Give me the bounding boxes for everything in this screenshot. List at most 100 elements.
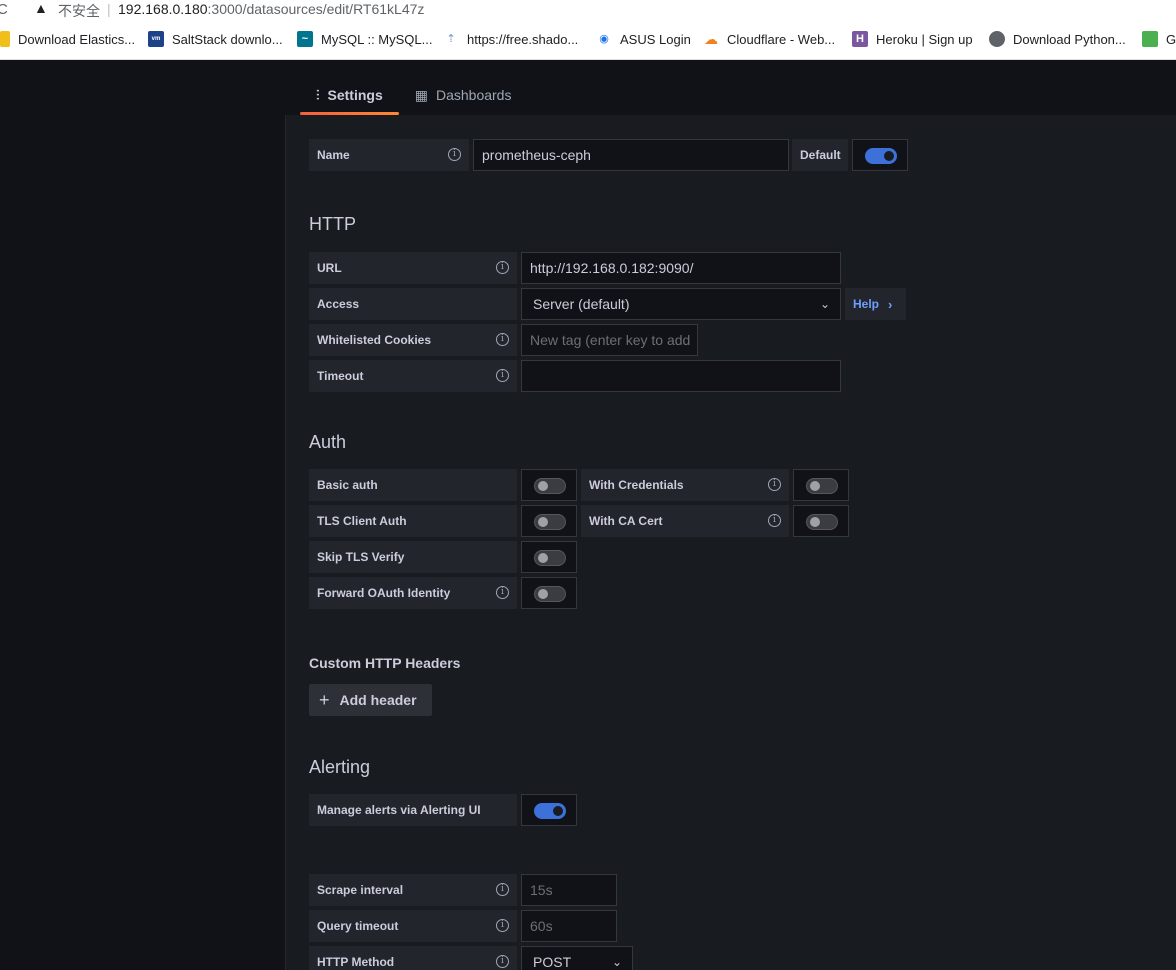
vmware-icon: vm [148, 31, 164, 47]
forward-oauth-label: Forward OAuth Identity i [309, 577, 517, 609]
bookmark-elastic[interactable]: Download Elastics... [0, 31, 135, 47]
manage-alerts-toggle[interactable] [534, 803, 566, 819]
skip-tls-verify-text: Skip TLS Verify [317, 550, 405, 564]
info-icon[interactable]: i [496, 883, 509, 896]
access-label-text: Access [317, 297, 360, 311]
sliders-icon: ⫶ [316, 86, 320, 103]
http-method-value: POST [533, 954, 572, 970]
access-select-value: Server (default) [533, 296, 630, 312]
cookies-label-text: Whitelisted Cookies [317, 333, 432, 347]
bookmark-g[interactable]: G [1142, 31, 1176, 47]
basic-auth-label: Basic auth [309, 469, 517, 501]
tls-client-auth-toggle[interactable] [534, 514, 566, 530]
bookmarks-bar: Download Elastics... vm SaltStack downlo… [0, 20, 1176, 60]
bookmark-label: Cloudflare - Web... [727, 31, 836, 47]
info-icon[interactable]: i [496, 955, 509, 968]
browser-address-bar: C ▲ 不安全 | 192.168.0.180:3000/datasources… [0, 0, 1176, 20]
toggle-knob [810, 517, 820, 527]
scrape-interval-text: Scrape interval [317, 883, 404, 897]
with-credentials-toggle[interactable] [806, 478, 838, 494]
tab-dashboards[interactable]: ▦ Dashboards [399, 76, 528, 114]
http-method-label: HTTP Method i [309, 946, 517, 970]
manage-alerts-text: Manage alerts via Alerting UI [317, 803, 481, 817]
access-label: Access [309, 288, 517, 320]
default-toggle[interactable] [865, 148, 897, 164]
with-ca-cert-toggle-box [793, 505, 849, 537]
info-icon[interactable]: i [448, 148, 461, 161]
auth-section-title: Auth [309, 432, 347, 452]
with-credentials-toggle-box [793, 469, 849, 501]
tab-settings[interactable]: ⫶ Settings [300, 76, 399, 115]
bookmark-label: Download Elastics... [18, 31, 136, 47]
whitelisted-cookies-input[interactable]: New tag (enter key to add [521, 324, 698, 356]
insecure-label[interactable]: 不安全 [58, 1, 100, 21]
name-label: Name i [309, 139, 469, 171]
plus-icon: + [319, 689, 330, 710]
divider: | [107, 1, 111, 17]
reload-icon[interactable]: C [0, 1, 8, 18]
toggle-knob [810, 481, 820, 491]
warning-icon[interactable]: ▲ [34, 0, 48, 16]
url-field[interactable]: 192.168.0.180:3000/datasources/edit/RT61… [118, 1, 424, 17]
with-ca-cert-toggle[interactable] [806, 514, 838, 530]
tab-label: Settings [327, 87, 383, 103]
http-section-title: HTTP [309, 214, 356, 234]
bookmark-heroku[interactable]: H Heroku | Sign up [852, 31, 973, 47]
scrape-interval-input[interactable]: 15s [521, 874, 617, 906]
add-header-label: Add header [339, 692, 417, 708]
skip-tls-verify-label: Skip TLS Verify [309, 541, 517, 573]
toggle-knob [538, 517, 548, 527]
tab-label: Dashboards [435, 87, 512, 103]
timeout-label-text: Timeout [317, 369, 364, 383]
forward-oauth-toggle-box [521, 577, 577, 609]
info-icon[interactable]: i [496, 369, 509, 382]
bookmark-asus[interactable]: ◉ ASUS Login [596, 31, 691, 47]
toggle-knob [884, 151, 894, 161]
info-icon[interactable]: i [496, 261, 509, 274]
bookmark-label: Heroku | Sign up [876, 31, 973, 47]
timeout-input[interactable] [521, 360, 841, 392]
http-method-text: HTTP Method [317, 955, 395, 969]
query-timeout-input[interactable]: 60s [521, 910, 617, 942]
bookmark-shadowsocks[interactable]: ⇡ https://free.shado... [443, 31, 578, 47]
help-button[interactable]: Help › [845, 288, 906, 320]
info-icon[interactable]: i [496, 919, 509, 932]
forward-oauth-text: Forward OAuth Identity [317, 586, 451, 600]
with-credentials-text: With Credentials [589, 478, 684, 492]
toggle-knob [538, 589, 548, 599]
info-icon[interactable]: i [496, 586, 509, 599]
info-icon[interactable]: i [768, 478, 781, 491]
name-label-text: Name [317, 148, 350, 162]
forward-oauth-toggle[interactable] [534, 586, 566, 602]
query-timeout-label: Query timeout i [309, 910, 517, 942]
access-select[interactable]: Server (default) ⌄ [521, 288, 841, 320]
chevron-down-icon: ⌄ [611, 955, 622, 969]
url-label: URL i [309, 252, 517, 284]
info-icon[interactable]: i [768, 514, 781, 527]
rocket-icon: ⇡ [446, 33, 456, 45]
bookmark-cloudflare[interactable]: ☁ Cloudflare - Web... [703, 31, 835, 47]
basic-auth-toggle-box [521, 469, 577, 501]
toggle-knob [553, 806, 563, 816]
elastic-icon [0, 31, 10, 47]
chevron-down-icon: ⌄ [819, 297, 830, 311]
basic-auth-toggle[interactable] [534, 478, 566, 494]
url-input[interactable]: http://192.168.0.182:9090/ [521, 252, 841, 284]
bookmark-mysql[interactable]: ~ MySQL :: MySQL... [297, 31, 432, 47]
info-icon[interactable]: i [496, 333, 509, 346]
bookmark-saltstack[interactable]: vm SaltStack downlo... [148, 31, 283, 47]
bookmark-label: https://free.shado... [467, 31, 579, 47]
name-input[interactable]: prometheus-ceph [473, 139, 789, 171]
add-header-button[interactable]: + Add header [309, 684, 432, 716]
grafana-app: ⫶ Settings ▦ Dashboards Name i prometheu… [0, 60, 1176, 970]
help-label: Help [853, 297, 880, 311]
tls-client-auth-toggle-box [521, 505, 577, 537]
tls-client-auth-text: TLS Client Auth [317, 514, 407, 528]
bookmark-label: SaltStack downlo... [172, 31, 283, 47]
bookmark-python[interactable]: Download Python... [989, 31, 1126, 47]
grid-icon: ▦ [414, 86, 428, 103]
skip-tls-verify-toggle[interactable] [534, 550, 566, 566]
tls-client-auth-label: TLS Client Auth [309, 505, 517, 537]
manage-alerts-label: Manage alerts via Alerting UI [309, 794, 517, 826]
http-method-select[interactable]: POST ⌄ [521, 946, 633, 970]
